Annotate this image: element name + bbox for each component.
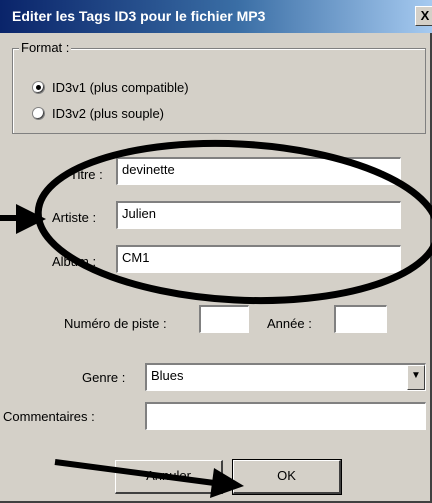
title-label: Titre : — [70, 167, 103, 182]
radio-id3v2-label: ID3v2 (plus souple) — [52, 106, 164, 121]
id3-tag-dialog: Editer les Tags ID3 pour le fichier MP3 … — [0, 0, 432, 503]
artist-label: Artiste : — [52, 210, 97, 225]
album-input[interactable]: CM1 — [116, 245, 401, 273]
genre-select[interactable]: Blues ▼ — [145, 363, 426, 391]
genre-value: Blues — [151, 368, 184, 383]
cancel-button[interactable]: Annuler — [115, 460, 223, 494]
radio-id3v1[interactable]: ID3v1 (plus compatible) — [32, 80, 189, 95]
comments-label: Commentaires : — [3, 409, 95, 424]
title-bar: Editer les Tags ID3 pour le fichier MP3 … — [0, 0, 432, 33]
year-label: Année : — [267, 316, 312, 331]
radio-unchecked-icon[interactable] — [32, 107, 45, 120]
comments-input[interactable] — [145, 402, 426, 430]
artist-input[interactable]: Julien — [116, 201, 401, 229]
format-legend: Format : — [19, 40, 72, 55]
track-input[interactable] — [199, 305, 249, 333]
title-input[interactable]: devinette — [116, 157, 401, 185]
track-label: Numéro de piste : — [64, 316, 167, 331]
ok-button[interactable]: OK — [232, 459, 342, 495]
genre-label: Genre : — [82, 370, 126, 385]
chevron-down-icon[interactable]: ▼ — [407, 365, 425, 390]
album-label: Album : — [52, 254, 97, 269]
radio-id3v2[interactable]: ID3v2 (plus souple) — [32, 106, 164, 121]
radio-checked-icon[interactable] — [32, 81, 45, 94]
radio-id3v1-label: ID3v1 (plus compatible) — [52, 80, 189, 95]
year-input[interactable] — [334, 305, 387, 333]
close-button[interactable]: X — [415, 6, 432, 26]
window-title: Editer les Tags ID3 pour le fichier MP3 — [12, 8, 266, 24]
